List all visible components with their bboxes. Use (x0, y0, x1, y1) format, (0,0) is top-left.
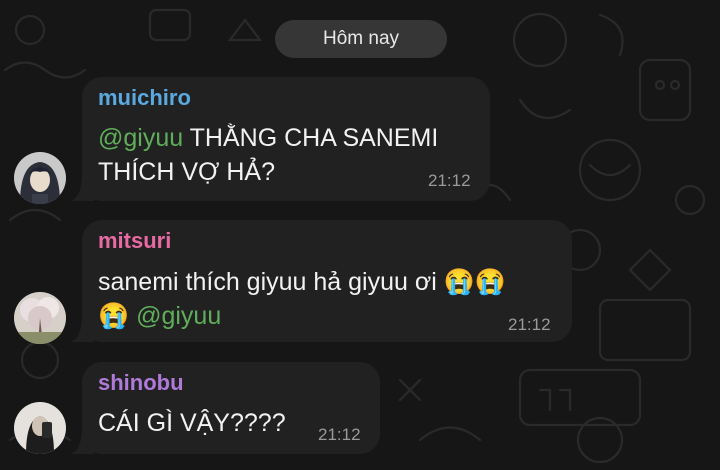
message-text: @giyuu THẰNG CHA SANEMI (98, 121, 438, 155)
sender-name[interactable]: mitsuri (98, 228, 171, 254)
sender-name[interactable]: muichiro (98, 85, 191, 111)
message-bubble[interactable]: mitsuri sanemi thích giyuu hả giyuu ơi 😭… (70, 220, 572, 342)
message-text-part: THẰNG CHA SANEMI (183, 124, 439, 152)
message-text-line: CÁI GÌ VẬY???? (98, 409, 286, 437)
bubble-tail-icon (70, 432, 94, 454)
muichiro-avatar-icon (14, 152, 66, 204)
crying-emoji-icon: 😭 (98, 302, 130, 330)
message-text-line: sanemi thích giyuu hả giyuu ơi 😭😭 (98, 268, 507, 296)
date-separator: Hôm nay (275, 20, 447, 58)
mention-link[interactable]: @giyuu (98, 124, 183, 152)
message-text: 😭 @giyuu (98, 299, 221, 333)
cherry-tree-avatar-icon (14, 292, 66, 344)
mention-link[interactable]: @giyuu (136, 302, 221, 330)
message-bubble[interactable]: shinobu CÁI GÌ VẬY???? 21:12 (70, 362, 380, 454)
bubble-tail-icon (70, 179, 94, 201)
message-text-line: THÍCH VỢ HẢ? (98, 158, 276, 186)
bubble-tail-icon (70, 320, 94, 342)
message-time: 21:12 (508, 315, 551, 334)
message-time: 21:12 (318, 425, 361, 444)
mirror-selfie-avatar-icon (14, 402, 66, 454)
avatar[interactable] (14, 402, 66, 454)
avatar[interactable] (14, 152, 66, 204)
message-time: 21:12 (428, 171, 471, 190)
avatar[interactable] (14, 292, 66, 344)
message-bubble[interactable]: muichiro @giyuu THẰNG CHA SANEMI THÍCH V… (70, 77, 490, 201)
sender-name[interactable]: shinobu (98, 370, 184, 396)
